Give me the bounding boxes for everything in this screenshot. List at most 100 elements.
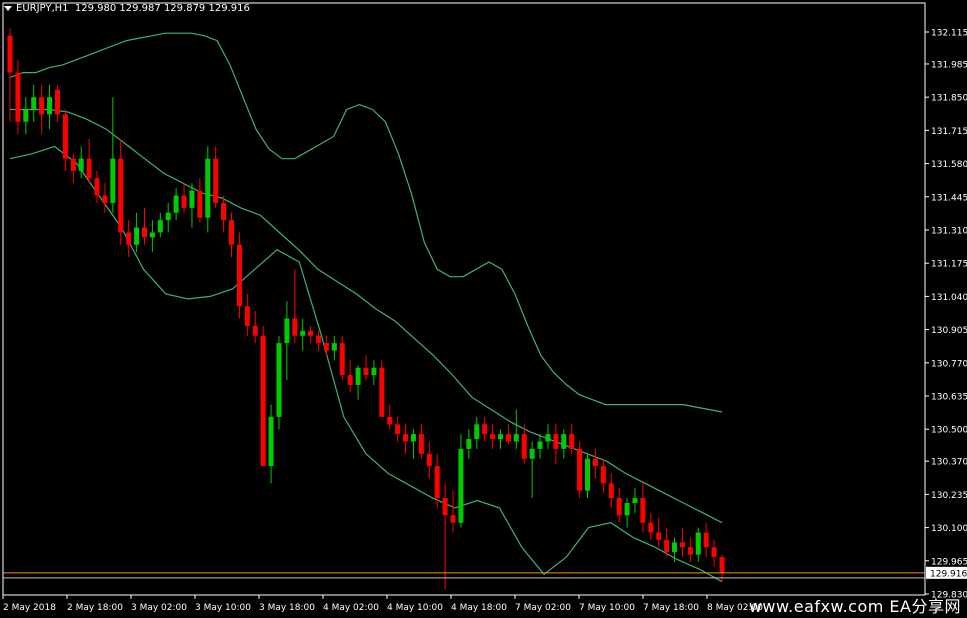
y-tick-label: 131.310: [931, 226, 967, 236]
bear-candle-body: [395, 424, 401, 435]
x-tick-label: 4 May 18:00: [451, 603, 507, 613]
bear-candle-body: [687, 547, 693, 555]
x-tick-label: 7 May 10:00: [579, 603, 635, 613]
x-tick-label: 7 May 18:00: [643, 603, 699, 613]
x-tick-label: 2 May 18:00: [67, 603, 123, 613]
bear-candle-body: [102, 195, 108, 203]
y-tick-label: 131.175: [931, 260, 967, 270]
bear-candle-body: [577, 448, 583, 491]
bear-candle-body: [450, 515, 456, 523]
bull-candle-body: [300, 330, 306, 336]
bear-candle-body: [616, 498, 622, 516]
y-tick-label: 131.985: [931, 60, 967, 70]
bull-candle-body: [23, 109, 29, 122]
bear-candle-body: [308, 330, 314, 336]
bull-candle-body: [410, 434, 416, 442]
bear-candle-body: [363, 367, 369, 376]
bull-candle-body: [371, 367, 377, 376]
bull-candle-body: [165, 212, 171, 221]
y-tick-label: 130.635: [931, 393, 967, 403]
x-tick-label: 3 May 02:00: [131, 603, 187, 613]
bear-candle-body: [292, 318, 298, 336]
y-tick-label: 131.850: [931, 94, 967, 104]
chart-background: [0, 0, 967, 618]
x-tick-label: 3 May 10:00: [195, 603, 251, 613]
bear-candle-body: [54, 89, 60, 115]
bull-candle-body: [537, 441, 543, 449]
bull-candle-body: [331, 343, 337, 351]
bear-candle-body: [236, 244, 242, 307]
bear-candle-body: [379, 367, 385, 417]
current-price-label: 129.916: [930, 569, 967, 579]
bear-candle-body: [553, 434, 559, 449]
bull-candle-body: [672, 542, 678, 553]
bull-candle-body: [47, 97, 53, 115]
bear-candle-body: [347, 375, 353, 385]
bear-candle-body: [141, 227, 147, 238]
bear-candle-body: [229, 220, 235, 245]
bear-candle-body: [213, 158, 219, 203]
bear-candle-body: [181, 195, 187, 208]
price-chart[interactable]: 132.115 131.985 131.850 131.715 131.580 131.4…: [0, 0, 967, 618]
bull-candle-body: [529, 448, 535, 459]
candle: [577, 441, 583, 499]
bull-candle-body: [624, 502, 630, 516]
candle: [379, 360, 385, 417]
bear-candle-body: [252, 325, 258, 336]
y-tick-label: 129.965: [931, 557, 967, 567]
candle: [260, 325, 266, 467]
bear-candle-body: [608, 483, 614, 499]
dropdown-triangle-icon[interactable]: [4, 5, 12, 11]
bull-candle-body: [31, 97, 37, 110]
bear-candle-body: [15, 72, 21, 122]
bull-candle-body: [110, 158, 116, 203]
bear-candle-body: [703, 532, 709, 548]
bear-candle-body: [244, 306, 250, 326]
bear-candle-body: [221, 202, 227, 221]
bear-candle-body: [600, 466, 606, 484]
y-tick-label: 130.905: [931, 326, 967, 336]
y-tick-label: 130.235: [931, 491, 967, 501]
bull-candle-body: [497, 434, 503, 440]
ohlc-readout: 129.980 129.987 129.879 129.916: [74, 3, 250, 14]
bear-candle-body: [648, 522, 654, 533]
bull-candle-body: [632, 498, 638, 503]
bull-candle-body: [355, 367, 361, 385]
bull-candle-body: [276, 343, 282, 417]
y-tick-label: 131.040: [931, 293, 967, 303]
bear-candle-body: [316, 335, 322, 344]
bull-candle-body: [284, 318, 290, 344]
bear-candle-body: [94, 178, 100, 196]
y-tick-label: 130.100: [931, 524, 967, 534]
bear-candle-body: [62, 114, 68, 159]
bear-candle-body: [640, 498, 646, 523]
bear-candle-body: [339, 343, 345, 376]
bear-candle-body: [426, 453, 432, 467]
bear-candle-body: [656, 532, 662, 540]
bear-candle-body: [679, 542, 685, 548]
x-tick-label: 7 May 02:00: [515, 603, 571, 613]
y-tick-label: 131.715: [931, 127, 967, 137]
x-tick-label: 3 May 18:00: [259, 603, 315, 613]
bull-candle-body: [205, 158, 211, 218]
bull-candle-body: [149, 232, 155, 238]
bear-candle-body: [434, 466, 440, 499]
bear-candle-body: [442, 498, 448, 516]
y-tick-label: 130.500: [931, 426, 967, 436]
bull-candle-body: [585, 458, 591, 491]
bear-candle-body: [118, 158, 124, 233]
bear-candle-body: [70, 158, 76, 171]
bear-candle-body: [482, 424, 488, 435]
bear-candle-body: [197, 190, 203, 218]
bear-candle-body: [7, 35, 13, 73]
bull-candle-body: [513, 434, 519, 442]
chart-header: EURJPY,H1 129.980 129.987 129.879 129.91…: [4, 3, 250, 14]
bear-candle-body: [403, 434, 409, 442]
bull-candle-body: [561, 434, 567, 449]
bear-candle-body: [719, 557, 725, 573]
bear-candle-body: [39, 97, 45, 115]
bear-candle-body: [126, 232, 132, 245]
bull-candle-body: [173, 195, 179, 213]
bull-candle-body: [189, 190, 195, 208]
bear-candle-body: [86, 158, 92, 179]
